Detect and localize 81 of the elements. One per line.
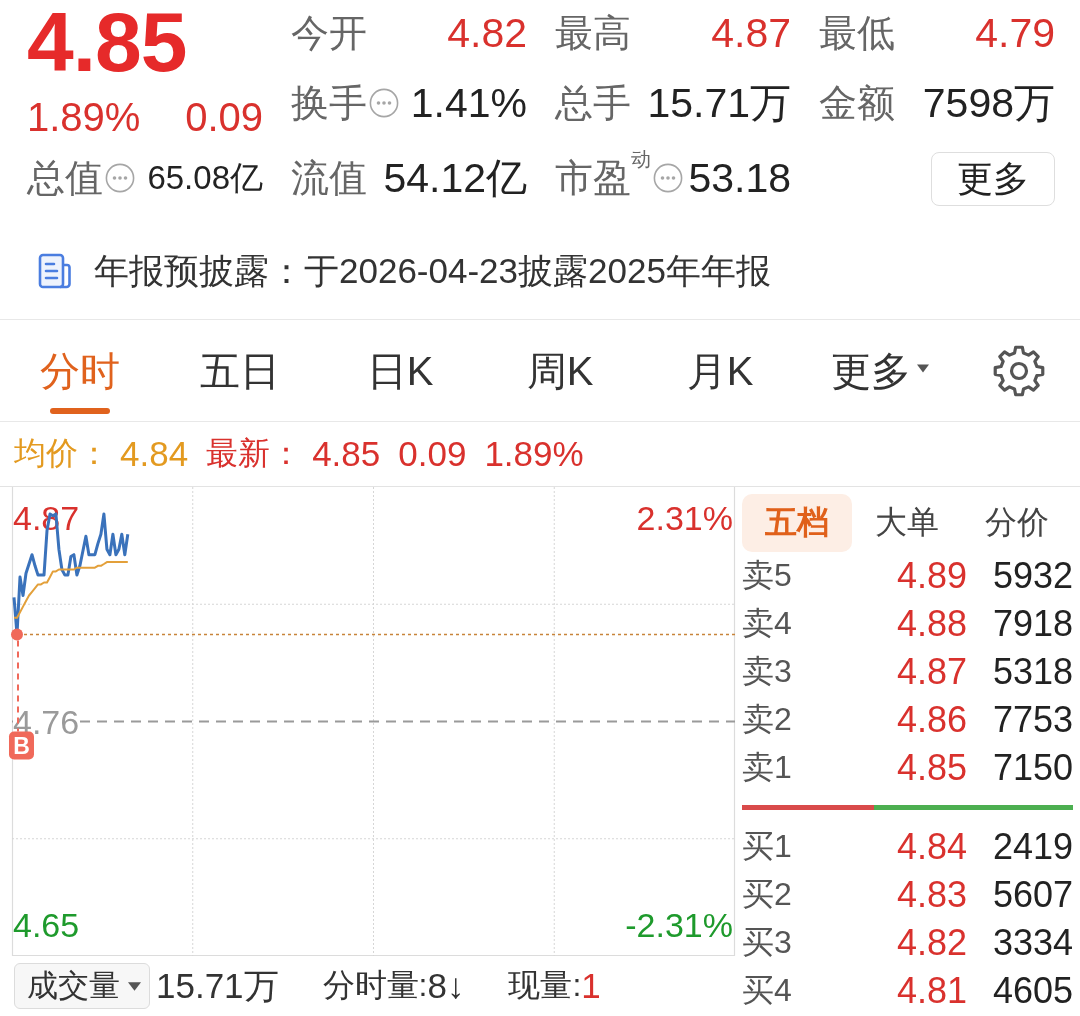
order-price: 4.81 <box>896 970 967 1012</box>
order-volume: 5318 <box>992 651 1073 693</box>
stat-label: 换手 <box>291 81 367 126</box>
order-price: 4.89 <box>896 555 967 597</box>
order-price: 4.84 <box>896 826 967 868</box>
change-percent: 1.89% <box>27 97 141 137</box>
order-volume: 4605 <box>992 970 1073 1012</box>
legend-label: 均价： <box>14 434 110 473</box>
chart-tab[interactable]: 日K <box>362 333 438 415</box>
percent-axis-label: -2.31% <box>625 906 733 945</box>
volume-total: 15.71万 <box>156 964 279 1007</box>
volume-value: 1 <box>581 966 601 1006</box>
axis-label: 4.65 <box>13 906 80 945</box>
stat-label: 最低 <box>819 11 895 56</box>
info-icon[interactable] <box>653 163 683 193</box>
document-icon <box>38 252 72 289</box>
stat-value: 1.41% <box>410 79 527 127</box>
legend-value: 4.85 <box>312 434 381 474</box>
order-level-label: 买1 <box>742 827 792 866</box>
stat-value: 4.79 <box>975 9 1055 57</box>
stat-value: 4.82 <box>447 9 527 57</box>
stat-label: 最高 <box>555 11 631 56</box>
settings-icon[interactable] <box>993 344 1045 397</box>
volume-value: 8↓ <box>427 966 465 1006</box>
notice-text: 年报预披露：于2026-04-23披露2025年年报 <box>94 250 771 292</box>
legend-value: 1.89% <box>484 434 584 474</box>
order-level-label: 买2 <box>742 875 792 914</box>
order-price: 4.83 <box>896 874 967 916</box>
order-book-tab[interactable]: 分价 <box>962 494 1072 552</box>
info-icon[interactable] <box>105 163 135 193</box>
legend-label: 最新： <box>206 434 303 473</box>
order-level-label: 卖4 <box>742 604 792 643</box>
stat-label: 总值 <box>27 156 103 201</box>
volume-label: 分时量: <box>322 966 428 1005</box>
order-level-label: 买4 <box>742 971 792 1010</box>
order-level-label: 卖1 <box>742 748 792 787</box>
order-price: 4.87 <box>896 651 967 693</box>
superscript-label: 动 <box>631 148 651 170</box>
caret-icon <box>917 363 929 373</box>
change-value: 0.09 <box>185 97 263 137</box>
order-price: 4.88 <box>896 603 967 645</box>
stat-value: 54.12亿 <box>383 154 527 202</box>
legend-value: 0.09 <box>398 434 467 474</box>
legend-value: 4.84 <box>120 434 189 474</box>
order-volume: 7753 <box>992 699 1073 741</box>
chart-tab[interactable]: 更多 <box>827 333 933 415</box>
stat-label: 市盈 <box>555 156 631 201</box>
stat-label: 金额 <box>819 81 895 126</box>
order-price: 4.82 <box>896 922 967 964</box>
stat-value: 53.18 <box>688 154 791 202</box>
order-level-label: 卖3 <box>742 652 792 691</box>
order-volume: 7150 <box>992 747 1073 789</box>
stat-label: 今开 <box>291 11 367 56</box>
stat-label: 流值 <box>291 156 367 201</box>
stat-value: 65.08亿 <box>147 158 263 198</box>
order-book-tab[interactable]: 大单 <box>852 494 962 552</box>
order-price: 4.85 <box>896 747 967 789</box>
stat-value: 7598万 <box>922 79 1055 127</box>
chart-tab[interactable]: 周K <box>522 333 598 415</box>
order-volume: 2419 <box>992 826 1073 868</box>
order-volume: 3334 <box>992 922 1073 964</box>
order-price: 4.86 <box>896 699 967 741</box>
volume-label: 现量: <box>508 966 582 1005</box>
caret-icon <box>128 981 141 991</box>
order-volume: 5607 <box>992 874 1073 916</box>
chart-tab[interactable]: 月K <box>682 333 758 415</box>
chart-tab[interactable]: 分时 <box>36 333 124 415</box>
order-level-label: 买3 <box>742 923 792 962</box>
stat-value: 4.87 <box>711 9 791 57</box>
percent-axis-label: 2.31% <box>636 498 733 537</box>
more-button[interactable]: 更多 <box>931 152 1055 206</box>
chart-tab[interactable]: 五日 <box>196 333 284 415</box>
order-level-label: 卖5 <box>742 556 792 595</box>
stat-label: 总手 <box>555 81 631 126</box>
last-price: 4.85 <box>27 0 187 84</box>
order-level-label: 卖2 <box>742 700 792 739</box>
stat-value: 15.71万 <box>647 79 791 127</box>
order-volume: 5932 <box>992 555 1073 597</box>
info-icon[interactable] <box>369 88 399 118</box>
volume-selector[interactable]: 成交量 <box>14 963 150 1009</box>
order-volume: 7918 <box>992 603 1073 645</box>
